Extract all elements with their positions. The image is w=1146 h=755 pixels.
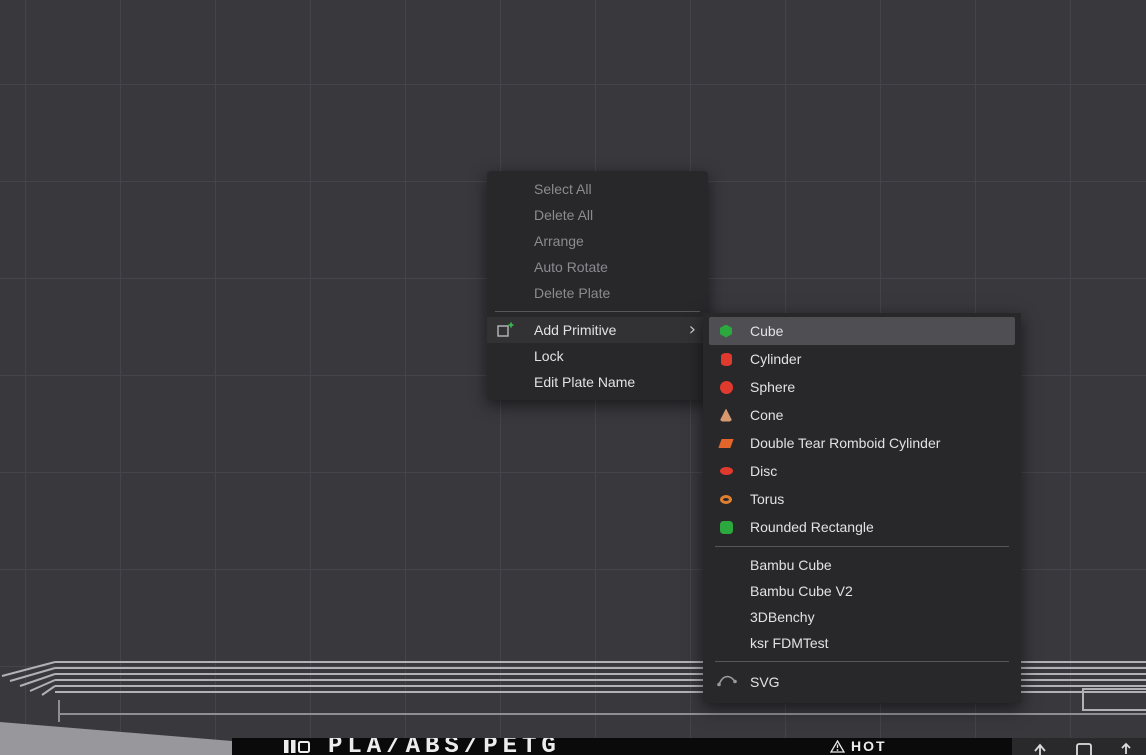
submenu-item-label: Cone — [750, 407, 783, 423]
add-primitive-icon — [496, 321, 514, 339]
submenu-item-label: 3DBenchy — [750, 609, 815, 625]
menu-item-label: Edit Plate Name — [534, 374, 635, 390]
menu-item-select-all[interactable]: Select All — [487, 176, 708, 202]
submenu-separator — [715, 661, 1009, 662]
bambu-logo-icon — [284, 740, 318, 755]
submenu-item-sphere[interactable]: Sphere — [709, 373, 1015, 401]
submenu-item-label: Torus — [750, 491, 784, 507]
menu-item-lock[interactable]: Lock — [487, 343, 708, 369]
plate-label-bar: PLA/ABS/PETG HOT — [232, 738, 1012, 755]
submenu-item-label: ksr FDMTest — [750, 635, 829, 651]
menu-item-label: Add Primitive — [534, 322, 616, 338]
add-primitive-submenu: Cube Cylinder Sphere Cone Double Tear Ro… — [703, 313, 1021, 703]
hot-label: HOT — [851, 738, 887, 754]
submenu-item-label: Bambu Cube V2 — [750, 583, 853, 599]
submenu-item-label: Bambu Cube — [750, 557, 832, 573]
submenu-item-cube[interactable]: Cube — [709, 317, 1015, 345]
menu-item-label: Lock — [534, 348, 564, 364]
menu-item-arrange[interactable]: Arrange — [487, 228, 708, 254]
menu-item-label: Delete Plate — [534, 285, 610, 301]
submenu-item-bambu-cube[interactable]: Bambu Cube — [709, 552, 1015, 578]
svg-curve-icon — [716, 673, 738, 692]
square-outline-icon[interactable] — [1074, 740, 1094, 755]
sphere-icon — [719, 380, 733, 394]
cube-icon — [719, 324, 733, 338]
submenu-item-label: Cylinder — [750, 351, 801, 367]
context-menu: Select All Delete All Arrange Auto Rotat… — [487, 171, 708, 400]
plate-material-label: PLA/ABS/PETG — [328, 738, 561, 755]
menu-item-label: Auto Rotate — [534, 259, 608, 275]
menu-item-delete-all[interactable]: Delete All — [487, 202, 708, 228]
menu-item-label: Arrange — [534, 233, 584, 249]
submenu-item-label: Double Tear Romboid Cylinder — [750, 435, 940, 451]
arrow-up-from-line-icon[interactable] — [1116, 740, 1136, 755]
menu-item-add-primitive[interactable]: Add Primitive › — [487, 317, 708, 343]
menu-item-edit-plate-name[interactable]: Edit Plate Name — [487, 369, 708, 395]
submenu-item-label: Rounded Rectangle — [750, 519, 874, 535]
hot-warning: HOT — [830, 739, 887, 754]
cone-icon — [719, 408, 733, 422]
arrow-up-icon[interactable] — [1030, 740, 1050, 755]
submenu-separator — [715, 546, 1009, 547]
submenu-item-label: SVG — [750, 674, 780, 690]
submenu-item-svg[interactable]: SVG — [709, 667, 1015, 697]
submenu-item-ksr-fdmtest[interactable]: ksr FDMTest — [709, 630, 1015, 656]
submenu-item-3dbenchy[interactable]: 3DBenchy — [709, 604, 1015, 630]
submenu-item-disc[interactable]: Disc — [709, 457, 1015, 485]
menu-item-delete-plate[interactable]: Delete Plate — [487, 280, 708, 306]
submenu-item-label: Disc — [750, 463, 777, 479]
menu-item-label: Delete All — [534, 207, 593, 223]
submenu-arrow-icon: › — [689, 321, 696, 339]
cylinder-icon — [719, 352, 733, 366]
submenu-item-double-tear-romboid-cylinder[interactable]: Double Tear Romboid Cylinder — [709, 429, 1015, 457]
rounded-rectangle-icon — [719, 520, 733, 534]
menu-item-auto-rotate[interactable]: Auto Rotate — [487, 254, 708, 280]
submenu-item-torus[interactable]: Torus — [709, 485, 1015, 513]
torus-icon — [719, 492, 733, 506]
submenu-item-bambu-cube-v2[interactable]: Bambu Cube V2 — [709, 578, 1015, 604]
submenu-item-label: Cube — [750, 323, 783, 339]
submenu-item-cone[interactable]: Cone — [709, 401, 1015, 429]
disc-icon — [719, 464, 733, 478]
menu-separator — [495, 311, 700, 312]
romboid-cylinder-icon — [719, 436, 733, 450]
submenu-item-rounded-rectangle[interactable]: Rounded Rectangle — [709, 513, 1015, 541]
submenu-item-cylinder[interactable]: Cylinder — [709, 345, 1015, 373]
submenu-item-label: Sphere — [750, 379, 795, 395]
menu-item-label: Select All — [534, 181, 592, 197]
warning-triangle-icon — [830, 740, 845, 753]
plate-tools — [1012, 738, 1146, 755]
